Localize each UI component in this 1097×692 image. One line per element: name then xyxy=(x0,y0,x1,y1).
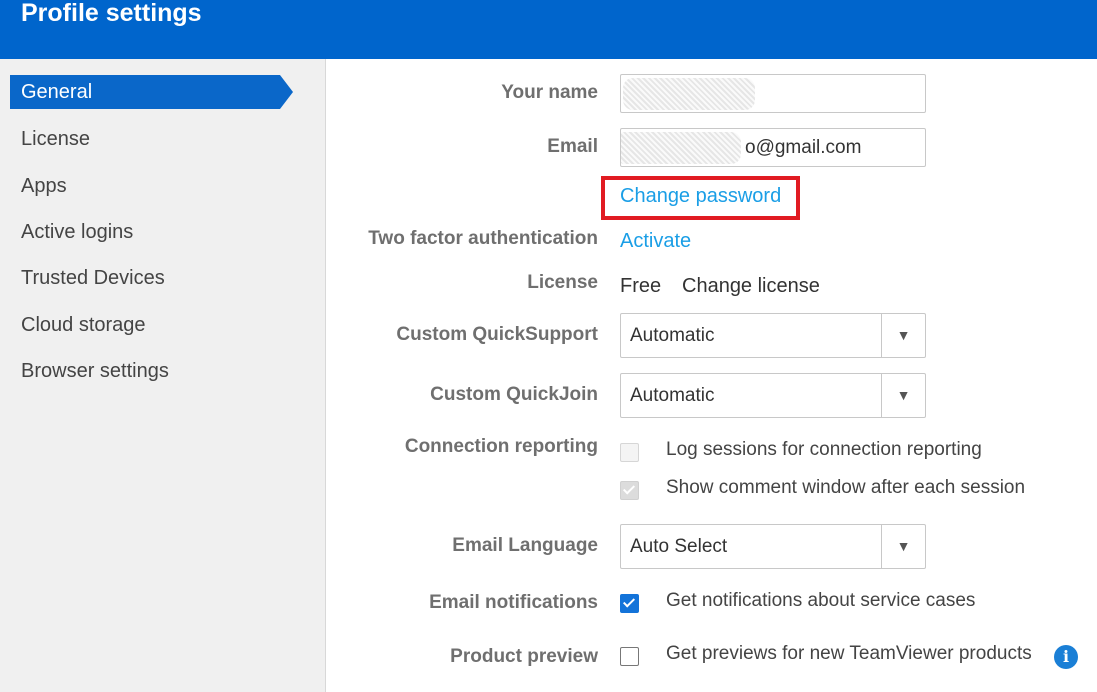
custom-quicksupport-label: Custom QuickSupport xyxy=(396,324,598,345)
log-sessions-checkbox[interactable] xyxy=(620,443,639,462)
your-name-label: Your name xyxy=(501,82,598,103)
product-preview-option: Get previews for new TeamViewer products xyxy=(666,643,1032,664)
license-label: License xyxy=(527,272,598,293)
page-title: Profile settings xyxy=(21,0,202,27)
email-notifications-label: Email notifications xyxy=(429,592,598,613)
email-language-value: Auto Select xyxy=(630,536,728,557)
sidebar-item-general[interactable]: General xyxy=(10,75,293,109)
your-name-field[interactable] xyxy=(620,74,926,113)
email-label: Email xyxy=(547,136,598,157)
change-license-link[interactable]: Change license xyxy=(682,275,820,298)
connection-reporting-label: Connection reporting xyxy=(404,436,598,457)
email-notifications-option: Get notifications about service cases xyxy=(666,590,976,611)
info-icon[interactable]: i xyxy=(1054,645,1078,669)
two-factor-label: Two factor authentication xyxy=(368,228,598,249)
email-language-label: Email Language xyxy=(452,535,598,556)
email-value: o@gmail.com xyxy=(745,137,862,158)
show-comment-label: Show comment window after each session xyxy=(666,477,1026,498)
chevron-down-icon[interactable]: ▼ xyxy=(882,525,925,568)
sidebar-item-active-logins[interactable]: Active logins xyxy=(10,215,280,249)
email-language-select[interactable]: Auto Select ▼ xyxy=(620,524,926,569)
sidebar-item-license[interactable]: License xyxy=(10,122,280,156)
show-comment-checkbox[interactable] xyxy=(620,481,639,500)
email-notifications-checkbox[interactable] xyxy=(620,594,639,613)
sidebar-item-trusted-devices[interactable]: Trusted Devices xyxy=(10,261,280,295)
sidebar-item-browser-settings[interactable]: Browser settings xyxy=(10,354,280,388)
activate-link[interactable]: Activate xyxy=(620,230,691,253)
custom-quicksupport-select[interactable]: Automatic ▼ xyxy=(620,313,926,358)
product-preview-label: Product preview xyxy=(450,646,598,667)
custom-quickjoin-label: Custom QuickJoin xyxy=(430,384,598,405)
email-field[interactable]: o@gmail.com xyxy=(620,128,926,167)
chevron-down-icon[interactable]: ▼ xyxy=(882,314,925,357)
log-sessions-label: Log sessions for connection reporting xyxy=(666,439,982,460)
custom-quicksupport-value: Automatic xyxy=(630,325,715,346)
license-value: Free xyxy=(620,275,662,297)
change-password-link[interactable]: Change password xyxy=(620,185,781,208)
checkmark-icon xyxy=(622,482,636,495)
redacted-email xyxy=(621,132,741,164)
header-bar: Profile settings xyxy=(0,0,1097,59)
custom-quickjoin-select[interactable]: Automatic ▼ xyxy=(620,373,926,418)
redacted-name xyxy=(623,78,755,110)
sidebar: General License Apps Active logins Trust… xyxy=(0,59,326,692)
sidebar-item-apps[interactable]: Apps xyxy=(10,169,280,203)
sidebar-item-cloud-storage[interactable]: Cloud storage xyxy=(10,308,280,342)
checkmark-icon xyxy=(622,595,636,608)
product-preview-checkbox[interactable] xyxy=(620,647,639,666)
custom-quickjoin-value: Automatic xyxy=(630,385,715,406)
chevron-down-icon[interactable]: ▼ xyxy=(882,374,925,417)
